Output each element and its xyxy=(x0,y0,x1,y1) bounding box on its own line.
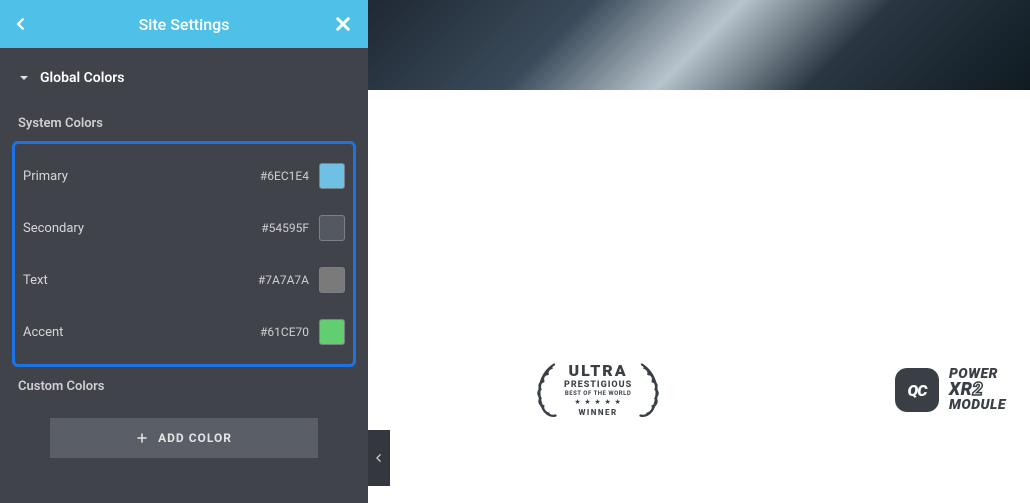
color-hex: #7A7A7A xyxy=(258,273,309,287)
settings-sidebar: Site Settings Global Colors System Color… xyxy=(0,0,368,503)
hero-image xyxy=(368,0,1030,90)
badges-row: ULTRA PRESTIGIOUS BEST OF THE WORLD ★ ★ … xyxy=(368,360,1030,420)
badge1-line1: ULTRA xyxy=(564,363,632,380)
badge1-line2: PRESTIGIOUS xyxy=(564,381,632,390)
award-badge: ULTRA PRESTIGIOUS BEST OF THE WORLD ★ ★ … xyxy=(528,360,668,420)
color-swatch-text[interactable] xyxy=(319,267,345,293)
add-color-label: ADD COLOR xyxy=(158,431,232,445)
caret-down-icon xyxy=(18,72,30,84)
plus-icon xyxy=(136,432,148,444)
qc-logo: QC xyxy=(895,368,939,412)
close-button[interactable] xyxy=(334,15,354,33)
color-name: Accent xyxy=(23,325,63,340)
color-hex: #6EC1E4 xyxy=(260,169,309,183)
add-color-button[interactable]: ADD COLOR xyxy=(50,418,318,458)
color-name: Secondary xyxy=(23,221,84,236)
system-colors-title: System Colors xyxy=(10,104,358,141)
color-hex: #54595F xyxy=(261,221,309,235)
color-name: Text xyxy=(23,273,48,288)
panel-title: Site Settings xyxy=(34,15,334,34)
color-row-accent: Accent #61CE70 xyxy=(23,306,345,358)
global-colors-section: Global Colors System Colors Primary #6EC… xyxy=(0,48,368,458)
color-row-primary: Primary #6EC1E4 xyxy=(23,150,345,202)
back-button[interactable] xyxy=(14,15,34,33)
color-swatch-accent[interactable] xyxy=(319,319,345,345)
close-icon xyxy=(334,15,352,33)
section-title: Global Colors xyxy=(40,70,125,86)
chevron-left-icon xyxy=(374,451,384,465)
editor-canvas: ULTRA PRESTIGIOUS BEST OF THE WORLD ★ ★ … xyxy=(368,0,1030,503)
custom-colors-title: Custom Colors xyxy=(10,367,358,404)
badge1-line3: BEST OF THE WORLD xyxy=(564,391,632,397)
badge2-line3: MODULE xyxy=(949,399,1006,412)
collapse-panel-button[interactable] xyxy=(368,430,390,486)
laurel-right-icon xyxy=(634,360,668,420)
color-swatch-secondary[interactable] xyxy=(319,215,345,241)
color-row-secondary: Secondary #54595F xyxy=(23,202,345,254)
section-toggle-global-colors[interactable]: Global Colors xyxy=(10,48,358,104)
chevron-left-icon xyxy=(14,15,28,33)
badge1-line4: WINNER xyxy=(564,409,632,417)
color-swatch-primary[interactable] xyxy=(319,163,345,189)
color-row-text: Text #7A7A7A xyxy=(23,254,345,306)
color-name: Primary xyxy=(23,169,68,184)
color-hex: #61CE70 xyxy=(260,325,309,339)
product-badge: QC POWER XR2 MODULE xyxy=(895,368,1006,412)
badge1-stars: ★ ★ ★ ★ ★ xyxy=(564,399,632,406)
sidebar-header: Site Settings xyxy=(0,0,368,48)
laurel-left-icon xyxy=(528,360,562,420)
system-colors-box: Primary #6EC1E4 Secondary #54595F Text #… xyxy=(12,141,356,367)
